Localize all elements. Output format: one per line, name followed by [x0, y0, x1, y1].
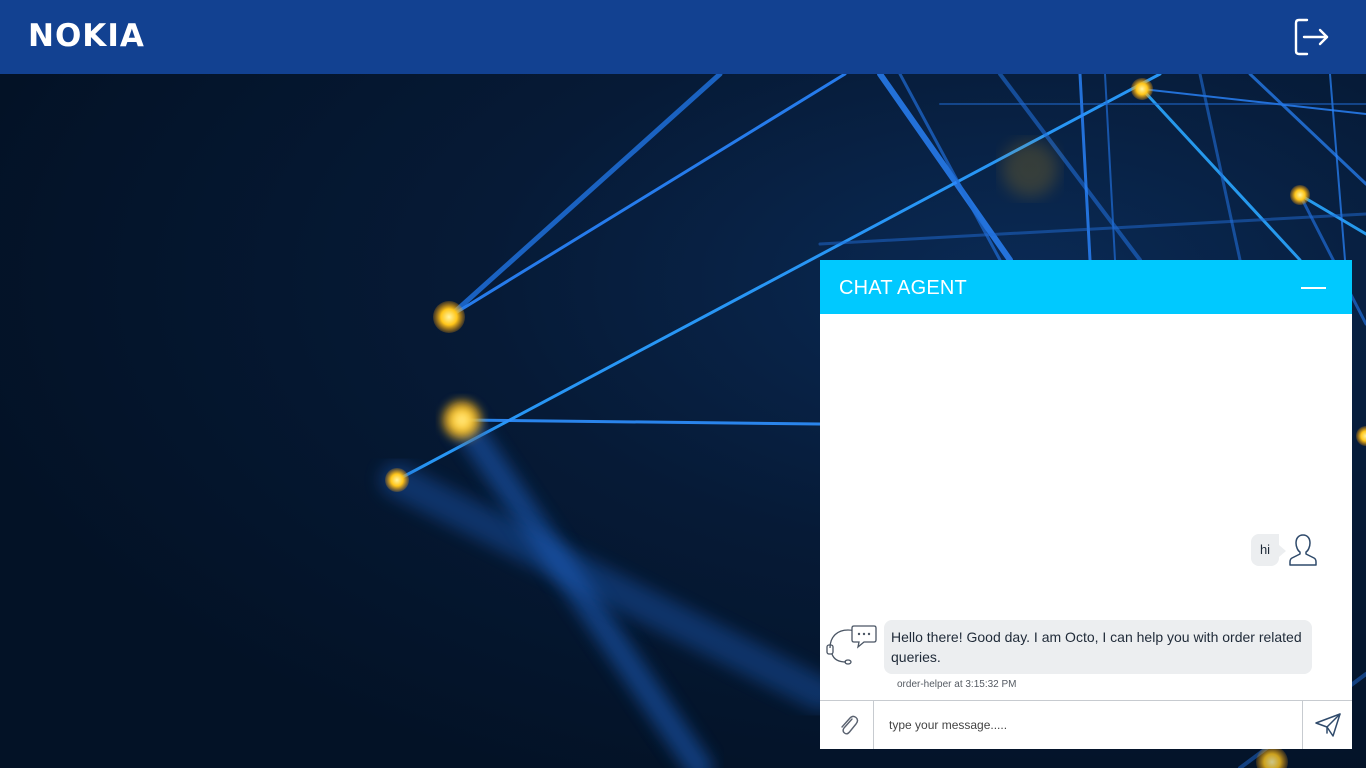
- user-icon: [1289, 534, 1317, 566]
- send-icon: [1315, 713, 1341, 737]
- logout-icon: [1294, 18, 1329, 56]
- top-bar: NOKIA: [0, 0, 1366, 74]
- agent-headset-icon: [826, 625, 877, 665]
- attach-button[interactable]: [820, 701, 874, 749]
- chat-input-row: [820, 700, 1352, 749]
- agent-message-timestamp: order-helper at 3:15:32 PM: [897, 679, 1017, 690]
- minimize-button[interactable]: [1298, 278, 1328, 298]
- user-message-bubble: hi: [1251, 534, 1286, 566]
- chat-widget: CHAT AGENT hi Hello there! Good day. I a…: [820, 260, 1352, 749]
- send-button[interactable]: [1302, 701, 1352, 749]
- message-input[interactable]: [875, 701, 1301, 749]
- chat-header: CHAT AGENT: [820, 260, 1352, 314]
- logout-button[interactable]: [1290, 16, 1332, 58]
- agent-message-bubble: Hello there! Good day. I am Octo, I can …: [884, 620, 1312, 674]
- minimize-icon: [1301, 287, 1326, 289]
- chat-title: CHAT AGENT: [839, 277, 967, 299]
- paperclip-icon: [841, 715, 859, 735]
- nokia-logo: NOKIA: [28, 18, 145, 54]
